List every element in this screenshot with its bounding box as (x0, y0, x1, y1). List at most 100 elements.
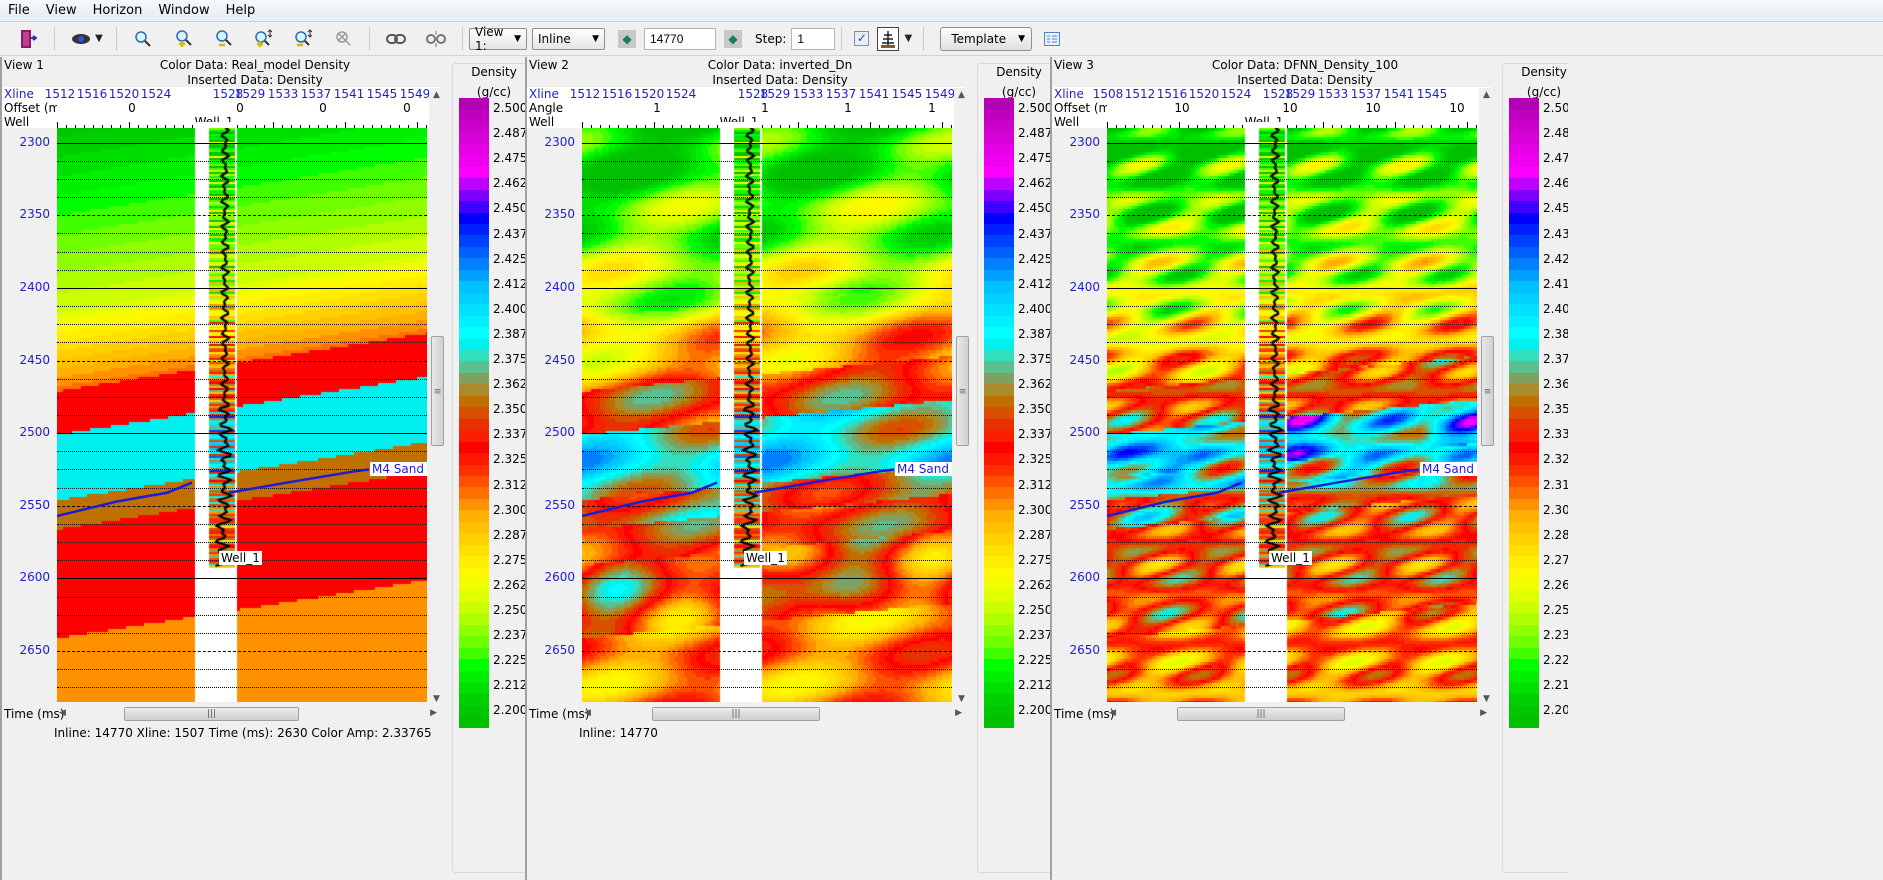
zoom-out-vertical-icon[interactable] (290, 26, 316, 52)
vertical-scroll-thumb[interactable]: ≡ (431, 336, 444, 446)
horizontal-scroll-thumb[interactable]: ||| (652, 707, 820, 721)
colorbar-title: Density (453, 65, 535, 79)
horizon-line-right (1278, 468, 1420, 494)
zoom-icon[interactable] (130, 26, 156, 52)
time-tick-label: 2500 (19, 425, 50, 440)
scroll-right-arrow[interactable]: ▶ (430, 708, 437, 718)
colorbar-swatch (1509, 624, 1539, 637)
colorbar-swatch (459, 223, 489, 236)
exit-icon[interactable] (15, 26, 41, 52)
colorbar-swatch (1509, 418, 1539, 431)
well-name-label[interactable]: Well_1 (219, 550, 262, 565)
seismic-section[interactable]: M4 Sand T Well_1 (1107, 128, 1477, 702)
well-name-label[interactable]: Well_1 (1269, 550, 1312, 565)
time-tick-label: 2600 (19, 570, 50, 585)
colorbar-swatch (1509, 510, 1539, 522)
next-inline-button[interactable]: ◆ (724, 29, 742, 48)
vertical-scrollbar[interactable]: ▲ ≡ ▼ (1479, 88, 1495, 704)
scroll-down-arrow[interactable]: ▼ (433, 694, 440, 704)
horizontal-scroll-thumb[interactable]: ||| (124, 707, 299, 721)
colorbar-swatch (459, 384, 489, 396)
horizontal-scrollbar[interactable]: ◀ ||| ▶ (57, 706, 441, 722)
horizontal-scrollbar[interactable]: ◀ ||| ▶ (1107, 706, 1491, 722)
scroll-left-arrow[interactable]: ◀ (584, 708, 591, 718)
well-row-label: Well (4, 115, 30, 129)
xline-tick-label: 1516 (601, 87, 633, 101)
colorbar-swatch (459, 292, 489, 305)
time-tick-label: 2450 (19, 352, 50, 367)
eye-icon[interactable] (68, 26, 94, 52)
list-view-icon[interactable] (1039, 26, 1065, 52)
colorbar-swatch (984, 498, 1014, 511)
time-tick-label: 2650 (544, 643, 575, 658)
horizon-label[interactable]: M4 Sand T (895, 462, 952, 477)
colorbar-swatch (984, 120, 1014, 133)
time-tick-label: 2500 (544, 425, 575, 440)
xline-tick-label: 1508 (1092, 87, 1124, 101)
scroll-right-arrow[interactable]: ▶ (1480, 708, 1487, 718)
vertical-scroll-thumb[interactable]: ≡ (1481, 336, 1494, 446)
scroll-down-arrow[interactable]: ▼ (958, 694, 965, 704)
colorbar-swatch (1509, 155, 1539, 167)
horizon-label[interactable]: M4 Sand T (370, 462, 427, 477)
well-name-label[interactable]: Well_1 (744, 550, 787, 565)
colorbar-swatch (984, 143, 1014, 156)
vertical-scrollbar[interactable]: ▲ ≡ ▼ (429, 88, 445, 704)
vertical-scrollbar[interactable]: ▲ ≡ ▼ (954, 88, 970, 704)
scroll-up-arrow[interactable]: ▲ (1483, 90, 1490, 100)
time-tick-label: 2550 (19, 497, 50, 512)
view-1-panel: View 1 Color Data: Real_model Density Inse… (0, 57, 536, 880)
step-input[interactable] (791, 27, 836, 50)
menu-horizon[interactable]: Horizon (85, 3, 151, 18)
scroll-left-arrow[interactable]: ◀ (59, 708, 66, 718)
colorbar-swatch (459, 682, 489, 694)
horizon-label[interactable]: M4 Sand T (1420, 462, 1477, 477)
scroll-left-arrow[interactable]: ◀ (1109, 708, 1116, 718)
colorbar-title: Density (978, 65, 1060, 79)
colorbar-swatch (984, 682, 1014, 694)
zoom-reset-icon[interactable] (330, 26, 356, 52)
colorbar-swatch (1509, 613, 1539, 625)
colorbar-swatch (984, 258, 1014, 270)
colorbar-swatch (984, 464, 1014, 476)
scroll-up-arrow[interactable]: ▲ (433, 90, 440, 100)
scroll-up-arrow[interactable]: ▲ (958, 90, 965, 100)
colorbar-swatch (459, 533, 489, 545)
display-checkbox[interactable]: ✓ (854, 31, 870, 46)
zoom-in-vertical-icon[interactable] (250, 26, 276, 52)
menu-window[interactable]: Window (150, 3, 217, 18)
colorbar-swatch (459, 338, 489, 350)
colorbar-swatch (1509, 292, 1539, 305)
direction-select[interactable]: Inline ▼ (532, 27, 605, 50)
colorbar-swatch (1509, 556, 1539, 568)
seismic-section[interactable]: M4 Sand T Well_1 (57, 128, 427, 702)
colorbar-swatch (459, 544, 489, 557)
scroll-down-arrow[interactable]: ▼ (1483, 694, 1490, 704)
row2-value: 10 (1365, 101, 1381, 115)
view-select[interactable]: View 1: ▼ (469, 25, 527, 53)
colorbar-swatch (1509, 487, 1539, 499)
seismic-section[interactable]: M4 Sand T Well_1 (582, 128, 952, 702)
inline-number-input[interactable] (644, 27, 716, 50)
previous-inline-button[interactable]: ◆ (618, 29, 636, 48)
colorbar-swatch (459, 235, 489, 247)
link-icon[interactable] (383, 26, 409, 52)
row2-value: 0 (128, 101, 136, 115)
zoom-in-icon[interactable] (170, 26, 196, 52)
template-button[interactable]: Template ▼ (940, 26, 1033, 51)
eye-dropdown-icon[interactable]: ▼ (94, 26, 104, 52)
colorbar-swatch (1509, 189, 1539, 202)
colorbar-swatch (984, 304, 1014, 316)
horizontal-scrollbar[interactable]: ◀ ||| ▶ (582, 706, 966, 722)
well-display-icon[interactable] (877, 26, 900, 51)
unlink-icon[interactable] (423, 26, 449, 52)
vertical-scroll-thumb[interactable]: ≡ (956, 336, 969, 446)
menu-view[interactable]: View (38, 3, 85, 18)
well-dropdown-icon[interactable]: ▼ (903, 26, 913, 52)
scroll-right-arrow[interactable]: ▶ (955, 708, 962, 718)
zoom-out-icon[interactable] (210, 26, 236, 52)
horizontal-scroll-thumb[interactable]: ||| (1177, 707, 1345, 721)
colorbar-swatch (984, 705, 1014, 717)
menu-file[interactable]: File (0, 3, 38, 18)
menu-help[interactable]: Help (218, 3, 264, 18)
